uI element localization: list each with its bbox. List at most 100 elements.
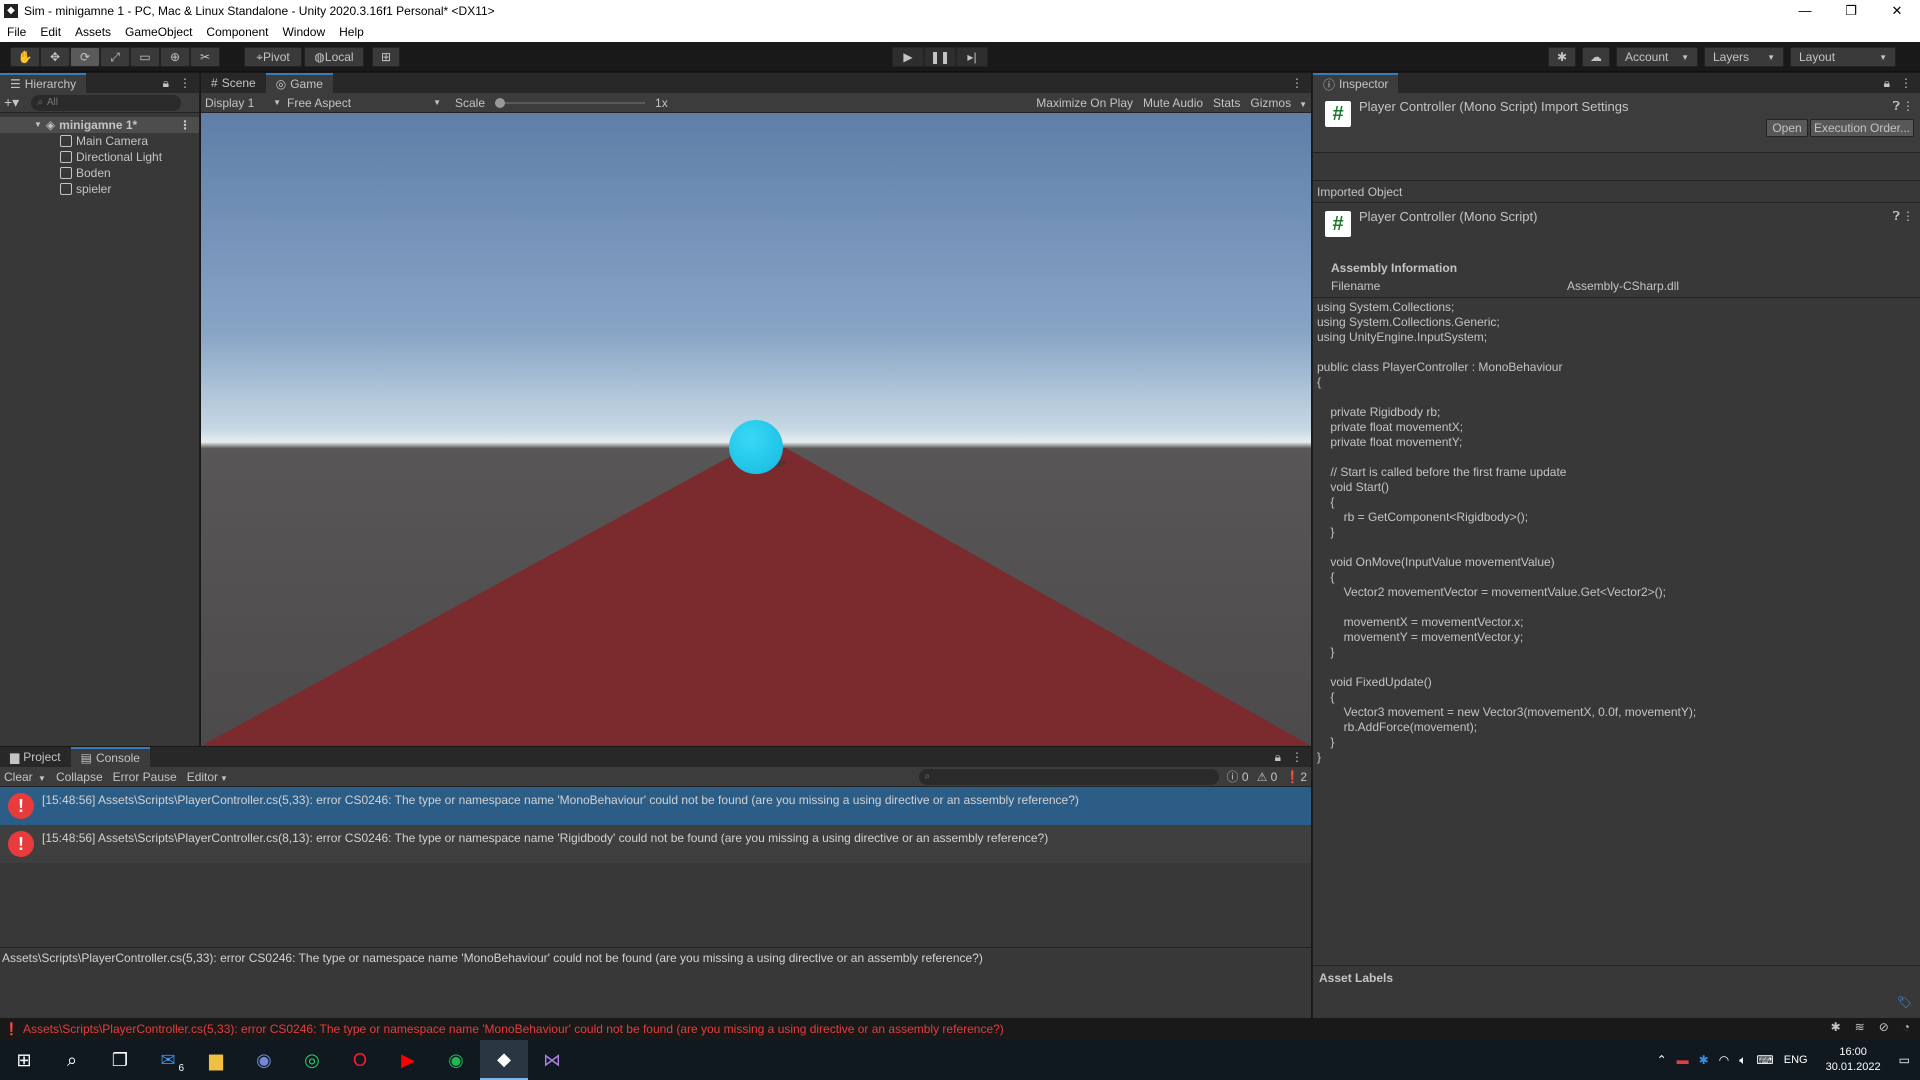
tab-game[interactable]: ◎ Game xyxy=(265,73,333,93)
grid-snap-icon[interactable]: ⊞ xyxy=(372,47,400,67)
layers-dropdown[interactable]: Layers ▼ xyxy=(1704,47,1784,67)
collapse-toggle[interactable]: Collapse xyxy=(56,770,103,784)
tab-scene[interactable]: # Scene xyxy=(201,73,266,93)
error-count-toggle[interactable]: ❗2 xyxy=(1285,770,1307,784)
more-icon[interactable]: ⋮ xyxy=(1902,209,1914,223)
more-icon[interactable]: ⋮ xyxy=(1291,750,1303,764)
scale-tool-icon[interactable]: ⤢ xyxy=(100,47,130,67)
scene-row[interactable]: ▼ ◈ minigamne 1* ⋮ xyxy=(0,117,199,133)
task-view-icon[interactable]: ❐ xyxy=(96,1040,144,1080)
hand-tool-icon[interactable]: ✋ xyxy=(10,47,40,67)
bluetooth-icon[interactable]: ✱ xyxy=(1699,1053,1709,1067)
help-icon[interactable]: ❓︎ xyxy=(1893,209,1900,224)
file-explorer-icon[interactable]: ▆ xyxy=(192,1040,240,1080)
tab-inspector[interactable]: ⓘ Inspector xyxy=(1313,73,1399,93)
bug-icon[interactable]: ✱ xyxy=(1831,1020,1841,1034)
console-search-input[interactable]: ⌕ xyxy=(918,768,1219,785)
add-button[interactable]: +▾ xyxy=(4,94,19,111)
lock-icon[interactable]: 🔒︎ xyxy=(163,76,169,91)
wifi-icon[interactable]: ◠ xyxy=(1719,1053,1729,1067)
lock-icon[interactable]: 🔒︎ xyxy=(1884,76,1890,91)
hierarchy-item[interactable]: Main Camera xyxy=(0,133,199,149)
open-button[interactable]: Open xyxy=(1766,119,1808,137)
lock-icon[interactable]: 🔒︎ xyxy=(1275,750,1281,765)
menu-assets[interactable]: Assets xyxy=(68,22,118,42)
display-dropdown[interactable]: Display 1 ▼ xyxy=(201,96,281,110)
clock[interactable]: 16:00 30.01.2022 xyxy=(1826,1045,1881,1075)
slider-thumb[interactable] xyxy=(495,97,506,108)
pivot-toggle[interactable]: ⌖ Pivot xyxy=(244,47,302,67)
warning-count-toggle[interactable]: ⚠ 0 xyxy=(1257,770,1278,784)
progress-icon[interactable]: ◔ xyxy=(1903,1020,1910,1034)
menu-help[interactable]: Help xyxy=(332,22,371,42)
rect-tool-icon[interactable]: ▭ xyxy=(130,47,160,67)
collab-icon[interactable]: ✱ xyxy=(1548,47,1576,67)
tray-app-icon[interactable]: ▬ xyxy=(1677,1053,1689,1067)
status-message[interactable]: Assets\Scripts\PlayerController.cs(5,33)… xyxy=(23,1022,1004,1036)
menu-file[interactable]: File xyxy=(0,22,33,42)
transform-tool-icon[interactable]: ⊕ xyxy=(160,47,190,67)
network-icon[interactable]: ⊘ xyxy=(1879,1020,1889,1034)
gizmos-dropdown[interactable]: Gizmos ▼ xyxy=(1250,96,1307,110)
hierarchy-item[interactable]: Boden xyxy=(0,165,199,181)
move-tool-icon[interactable]: ✥ xyxy=(40,47,70,67)
windows-start-icon[interactable]: ⊞ xyxy=(0,1040,48,1080)
play-button[interactable]: ▶ xyxy=(892,47,924,67)
menu-component[interactable]: Component xyxy=(199,22,275,42)
cloud-icon[interactable]: ☁ xyxy=(1582,47,1610,67)
local-toggle[interactable]: ◍ Local xyxy=(304,47,364,67)
youtube-icon[interactable]: ▶ xyxy=(384,1040,432,1080)
menu-window[interactable]: Window xyxy=(275,22,332,42)
close-button[interactable]: ✕ xyxy=(1874,0,1920,22)
more-icon[interactable]: ⋮ xyxy=(179,117,191,133)
more-icon[interactable]: ⋮ xyxy=(179,76,191,90)
error-pause-toggle[interactable]: Error Pause xyxy=(113,770,177,784)
aspect-dropdown[interactable]: Free Aspect ▼ xyxy=(281,96,441,110)
rotate-tool-icon[interactable]: ⟳ xyxy=(70,47,100,67)
more-icon[interactable]: ⋮ xyxy=(1900,76,1912,90)
unity-taskbar-icon[interactable]: ◆ xyxy=(480,1040,528,1080)
layout-dropdown[interactable]: Layout ▼ xyxy=(1790,47,1896,67)
tab-hierarchy[interactable]: ☰ Hierarchy xyxy=(0,73,87,93)
spotify-icon[interactable]: ◉ xyxy=(432,1040,480,1080)
stats-toggle[interactable]: Stats xyxy=(1213,96,1240,110)
more-icon[interactable]: ⋮ xyxy=(1291,73,1311,93)
visual-studio-icon[interactable]: ⋈ xyxy=(528,1040,576,1080)
keyboard-icon[interactable]: ⌨ xyxy=(1756,1053,1773,1067)
info-count-toggle[interactable]: ⓘ 0 xyxy=(1227,768,1249,785)
menu-edit[interactable]: Edit xyxy=(33,22,68,42)
log-entry[interactable]: ! [15:48:56] Assets\Scripts\PlayerContro… xyxy=(0,787,1311,825)
log-detail[interactable]: Assets\Scripts\PlayerController.cs(5,33)… xyxy=(2,951,983,965)
account-dropdown[interactable]: Account ▼ xyxy=(1616,47,1698,67)
whatsapp-icon[interactable]: ◎ xyxy=(288,1040,336,1080)
pause-button[interactable]: ❚❚ xyxy=(924,47,956,67)
scale-slider[interactable] xyxy=(495,97,646,109)
help-icon[interactable]: ❓︎ xyxy=(1893,99,1900,114)
search-icon[interactable]: ⌕ xyxy=(48,1040,96,1080)
tab-console[interactable]: ▤ Console xyxy=(70,747,150,767)
opera-icon[interactable]: O xyxy=(336,1040,384,1080)
layers-icon[interactable]: ≋ xyxy=(1855,1020,1865,1034)
menu-gameobject[interactable]: GameObject xyxy=(118,22,199,42)
step-button[interactable]: ▸| xyxy=(956,47,988,67)
custom-tool-icon[interactable]: ✂ xyxy=(190,47,220,67)
chevron-up-icon[interactable]: ⌃ xyxy=(1657,1053,1667,1067)
game-viewport[interactable] xyxy=(201,113,1311,746)
editor-dropdown[interactable]: Editor ▼ xyxy=(187,770,228,784)
hierarchy-item[interactable]: Directional Light xyxy=(0,149,199,165)
tag-icon[interactable]: 🏷︎ xyxy=(1897,995,1912,1009)
log-entry[interactable]: ! [15:48:56] Assets\Scripts\PlayerContro… xyxy=(0,825,1311,863)
hierarchy-search-input[interactable]: ⌕ All xyxy=(31,94,182,111)
language-indicator[interactable]: ENG xyxy=(1784,1054,1808,1066)
tab-project[interactable]: ▆ Project xyxy=(0,747,71,767)
clear-button[interactable]: Clear ▼ xyxy=(4,770,46,784)
discord-icon[interactable]: ◉ xyxy=(240,1040,288,1080)
notification-icon[interactable]: ▭ xyxy=(1899,1053,1910,1067)
hierarchy-item[interactable]: spieler xyxy=(0,181,199,197)
volume-icon[interactable]: 🔈︎ xyxy=(1739,1053,1746,1068)
maximize-on-play-toggle[interactable]: Maximize On Play xyxy=(1036,96,1133,110)
more-icon[interactable]: ⋮ xyxy=(1902,99,1914,113)
mute-audio-toggle[interactable]: Mute Audio xyxy=(1143,96,1203,110)
minimize-button[interactable]: — xyxy=(1782,0,1828,22)
maximize-button[interactable]: ❐ xyxy=(1828,0,1874,22)
